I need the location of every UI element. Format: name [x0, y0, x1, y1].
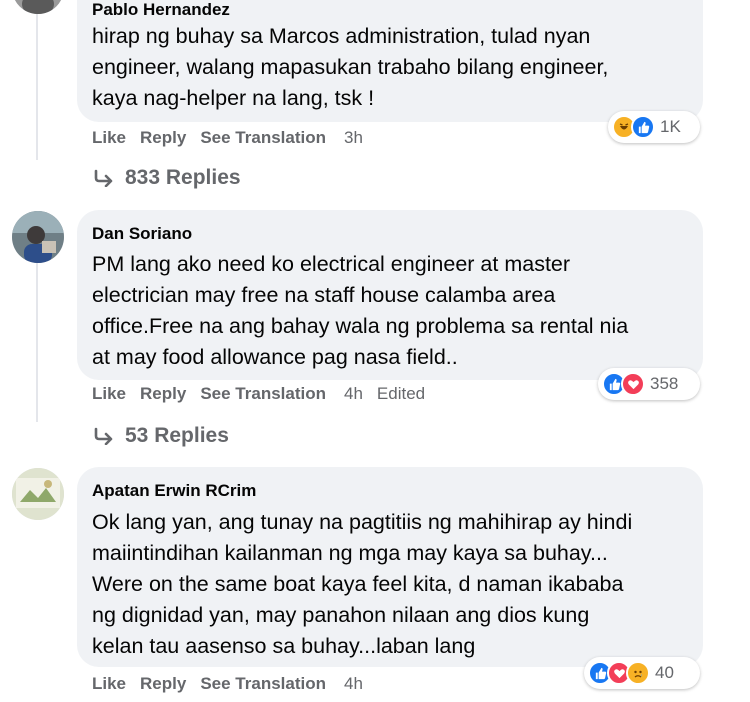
comment-line: kelan tau aasenso sa buhay...laban lang	[92, 634, 476, 658]
reply-button[interactable]: Reply	[140, 674, 186, 694]
reaction-summary[interactable]: 40	[584, 657, 700, 689]
like-button[interactable]: Like	[92, 384, 126, 404]
reaction-count: 1K	[660, 117, 681, 136]
comment-line: ng dignidad yan, may panahon nilaan ang …	[92, 603, 590, 627]
view-replies-button[interactable]: 53 Replies	[93, 424, 229, 448]
edited-label[interactable]: Edited	[377, 384, 425, 404]
like-button[interactable]: Like	[92, 128, 126, 148]
reaction-count: 40	[655, 663, 674, 682]
comment-line: Were on the same boat kaya feel kita, d …	[92, 572, 624, 596]
comment-actions: Like Reply See Translation 3h	[92, 128, 377, 148]
reply-arrow-icon	[94, 427, 113, 445]
comment-line: maiintindihan kailanman ng mga may kaya …	[92, 541, 608, 565]
avatar[interactable]	[12, 211, 64, 263]
timestamp[interactable]: 4h	[344, 384, 363, 404]
sad-icon	[626, 661, 650, 685]
reaction-count: 358	[650, 374, 679, 393]
replies-count: 833 Replies	[125, 166, 241, 189]
avatar[interactable]	[12, 0, 64, 14]
comment-author[interactable]: Dan Soriano	[92, 224, 192, 244]
comment-line: Ok lang yan, ang tunay na pagtitiis ng m…	[92, 510, 633, 534]
reply-button[interactable]: Reply	[140, 128, 186, 148]
comment-line: at may food allowance pag nasa field..	[92, 345, 458, 369]
comment-author[interactable]: Pablo Hernandez	[92, 0, 230, 20]
see-translation-button[interactable]: See Translation	[200, 384, 326, 404]
love-icon	[621, 372, 645, 396]
timestamp[interactable]: 3h	[344, 128, 363, 148]
comment-line: engineer, walang mapasukan trabaho bilan…	[92, 55, 609, 79]
view-replies-button[interactable]: 833 Replies	[93, 166, 241, 190]
comment-line: office.Free na ang bahay wala ng problem…	[92, 314, 629, 338]
like-icon	[631, 115, 655, 139]
reply-arrow-icon	[94, 169, 113, 187]
comment-actions: Like Reply See Translation 4h Edited	[92, 384, 425, 404]
reply-button[interactable]: Reply	[140, 384, 186, 404]
comment-text: Ok lang yan, ang tunay na pagtitiis ng m…	[92, 507, 632, 662]
comment-line: electrician may free na staff house cala…	[92, 283, 556, 307]
comment-text: PM lang ako need ko electrical engineer …	[92, 249, 628, 373]
comment-line: hirap ng buhay sa Marcos administration,…	[92, 24, 591, 48]
thread-line	[36, 262, 38, 422]
comment-actions: Like Reply See Translation 4h	[92, 674, 377, 694]
comment-author[interactable]: Apatan Erwin RCrim	[92, 481, 256, 501]
thread-line	[36, 0, 38, 160]
reaction-summary[interactable]: 358	[598, 368, 700, 400]
reaction-summary[interactable]: 1K	[608, 111, 700, 143]
like-button[interactable]: Like	[92, 674, 126, 694]
replies-count: 53 Replies	[125, 424, 229, 447]
avatar[interactable]	[12, 468, 64, 520]
comment-line: kaya nag-helper na lang, tsk !	[92, 86, 375, 110]
timestamp[interactable]: 4h	[344, 674, 363, 694]
see-translation-button[interactable]: See Translation	[200, 128, 326, 148]
see-translation-button[interactable]: See Translation	[200, 674, 326, 694]
comment-text: hirap ng buhay sa Marcos administration,…	[92, 21, 608, 114]
comment-line: PM lang ako need ko electrical engineer …	[92, 252, 571, 276]
